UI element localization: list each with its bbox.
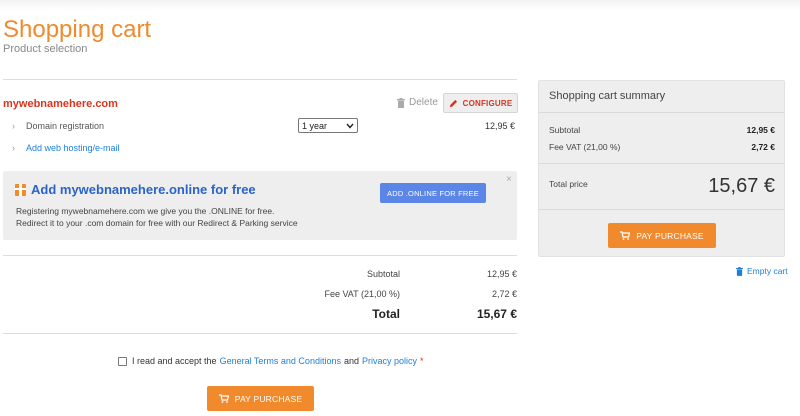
total-label: Total bbox=[372, 307, 400, 321]
divider bbox=[3, 255, 517, 256]
gift-icon bbox=[15, 183, 26, 196]
period-select[interactable]: 1 year bbox=[298, 118, 358, 133]
vat-label: Fee VAT (21,00 %) bbox=[324, 289, 400, 299]
promo-title: Add mywebnamehere.online for free bbox=[15, 182, 256, 197]
terms-and: and bbox=[343, 356, 359, 366]
service-price: 12,95 € bbox=[484, 121, 515, 131]
service-row[interactable]: › Domain registration bbox=[12, 121, 104, 131]
pencil-icon bbox=[449, 99, 457, 107]
summary-total-label: Total price bbox=[549, 179, 588, 189]
summary-subtotal-value: 12,95 € bbox=[746, 125, 775, 135]
configure-label: CONFIGURE bbox=[462, 98, 513, 108]
subtotal-label: Subtotal bbox=[366, 269, 400, 279]
divider bbox=[539, 209, 784, 210]
page-title: Shopping cart bbox=[3, 16, 152, 43]
close-icon[interactable]: × bbox=[506, 174, 512, 185]
pay-purchase-label: PAY PURCHASE bbox=[234, 393, 303, 404]
summary-vat-value: 2,72 € bbox=[751, 142, 775, 152]
promo-banner: Add mywebnamehere.online for free Regist… bbox=[3, 171, 517, 240]
trash-icon bbox=[397, 97, 405, 108]
empty-cart-link[interactable]: Empty cart bbox=[736, 266, 788, 276]
chevron-right-icon: › bbox=[12, 121, 15, 131]
terms-checkbox[interactable] bbox=[118, 356, 127, 366]
summary-subtotal-label: Subtotal bbox=[549, 125, 581, 135]
total-value: 15,67 € bbox=[476, 307, 517, 321]
cart-icon bbox=[620, 231, 631, 240]
cart-summary: Shopping cart summary Subtotal 12,95 € F… bbox=[538, 80, 785, 257]
terms-link[interactable]: General Terms and Conditions bbox=[220, 356, 341, 366]
top-shade bbox=[0, 0, 800, 10]
terms-row: I read and accept the General Terms and … bbox=[118, 356, 424, 366]
divider bbox=[539, 112, 784, 113]
cart-icon bbox=[218, 394, 229, 403]
terms-prefix: I read and accept the bbox=[132, 356, 217, 366]
subtotal-value: 12,95 € bbox=[486, 269, 517, 279]
service-label: Domain registration bbox=[26, 121, 105, 131]
promo-title-text: Add mywebnamehere.online for free bbox=[31, 182, 256, 197]
pay-purchase-button[interactable]: PAY PURCHASE bbox=[207, 386, 314, 411]
delete-button[interactable]: Delete bbox=[397, 97, 438, 108]
page-subtitle: Product selection bbox=[3, 43, 88, 55]
chevron-down-icon bbox=[346, 123, 354, 129]
add-hosting-label: Add web hosting/e-mail bbox=[26, 143, 120, 153]
summary-title: Shopping cart summary bbox=[549, 90, 666, 102]
summary-total-value: 15,67 € bbox=[708, 175, 775, 197]
promo-line-2: Redirect it to your .com domain for free… bbox=[16, 218, 298, 228]
summary-pay-purchase-button[interactable]: PAY PURCHASE bbox=[608, 223, 716, 248]
vat-value: 2,72 € bbox=[491, 289, 517, 299]
required-mark: * bbox=[420, 356, 424, 366]
summary-pay-purchase-label: PAY PURCHASE bbox=[636, 230, 704, 241]
period-selected: 1 year bbox=[302, 120, 328, 131]
divider bbox=[3, 79, 517, 80]
privacy-link[interactable]: Privacy policy bbox=[362, 356, 417, 366]
divider bbox=[539, 163, 784, 164]
chevron-right-icon: › bbox=[12, 143, 15, 153]
cart-domain-name: mywebnamehere.com bbox=[3, 98, 118, 110]
summary-vat-label: Fee VAT (21,00 %) bbox=[549, 142, 621, 152]
configure-button[interactable]: CONFIGURE bbox=[443, 93, 518, 113]
add-online-button[interactable]: ADD .ONLINE FOR FREE bbox=[380, 183, 486, 203]
delete-label: Delete bbox=[409, 97, 438, 108]
empty-cart-label: Empty cart bbox=[747, 266, 788, 276]
add-hosting-link[interactable]: › Add web hosting/e-mail bbox=[12, 143, 120, 153]
trash-icon bbox=[736, 266, 743, 276]
divider bbox=[3, 333, 517, 334]
promo-line-1: Registering mywebnamehere.com we give yo… bbox=[16, 206, 275, 216]
